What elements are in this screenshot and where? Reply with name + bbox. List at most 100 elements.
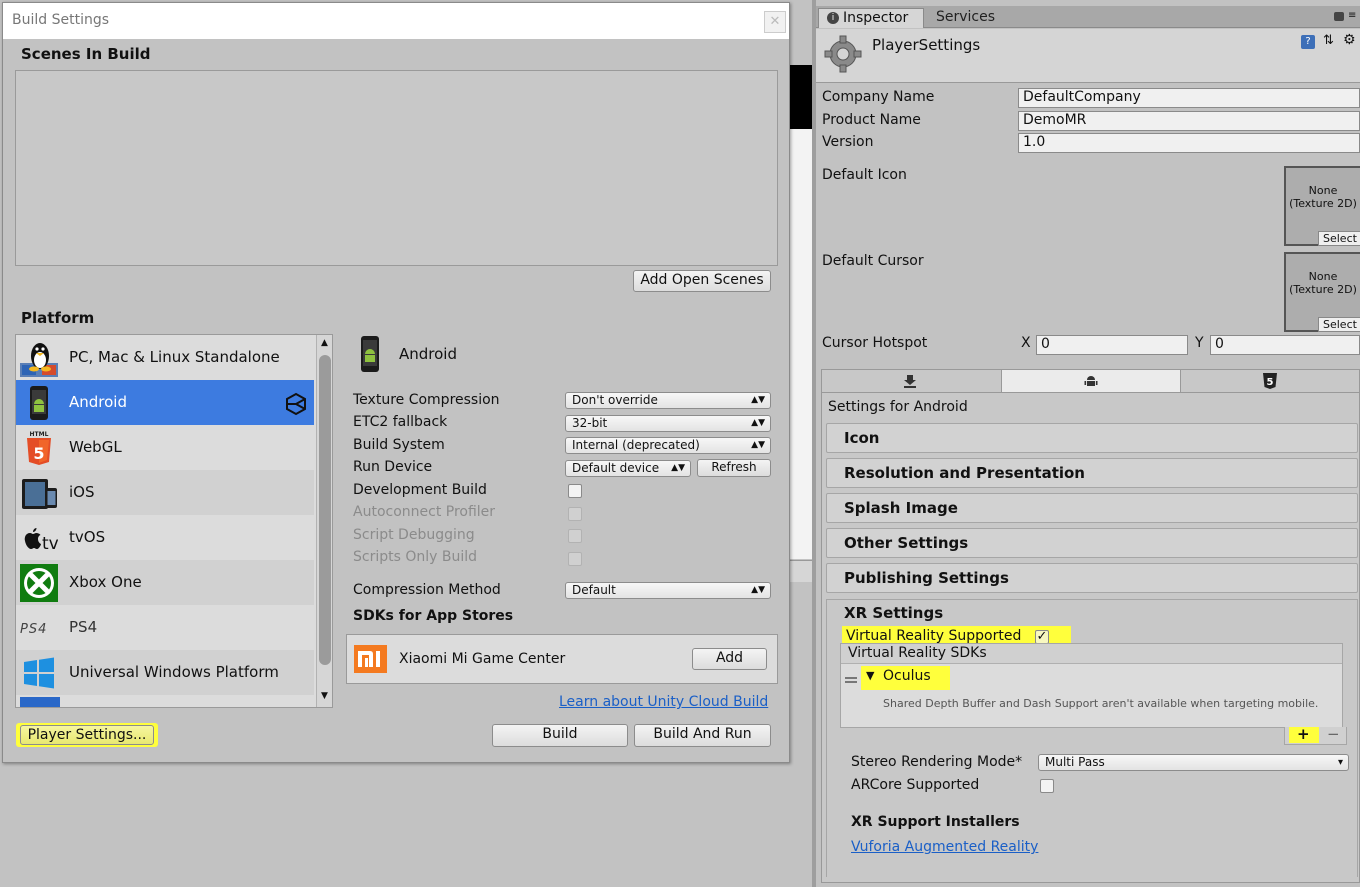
run-device-dropdown[interactable]: Default device ▲▼	[565, 460, 691, 477]
scrollbar-thumb[interactable]	[319, 355, 331, 665]
platform-item-xbox[interactable]: Xbox One	[16, 560, 314, 605]
section-resolution-presentation[interactable]: Resolution and Presentation	[826, 458, 1358, 488]
help-icon[interactable]: ?	[1301, 35, 1315, 49]
menu-icon[interactable]: ≡	[1348, 11, 1358, 21]
default-cursor-slot[interactable]: None (Texture 2D) Select	[1284, 252, 1360, 332]
player-settings-button[interactable]: Player Settings...	[20, 725, 154, 745]
default-icon-slot[interactable]: None (Texture 2D) Select	[1284, 166, 1360, 246]
refresh-button[interactable]: Refresh	[697, 459, 771, 477]
hotspot-x-label: X	[1021, 335, 1031, 351]
stereo-rendering-dropdown[interactable]: Multi Pass ▾	[1038, 754, 1349, 771]
vuforia-link[interactable]: Vuforia Augmented Reality	[851, 839, 1038, 855]
platform-item-tvos[interactable]: tv tvOS	[16, 515, 314, 560]
platform-item-ps4[interactable]: PS4 PS4	[16, 605, 314, 650]
scenes-in-build-title: Scenes In Build	[21, 45, 151, 63]
etc2-fallback-dropdown[interactable]: 32-bit ▲▼	[565, 415, 771, 432]
platform-item-ios[interactable]: iOS	[16, 470, 314, 515]
svg-text:PS4: PS4	[20, 622, 47, 637]
plus-icon[interactable]: +	[1297, 725, 1310, 743]
platform-item-uwp[interactable]: Universal Windows Platform	[16, 650, 314, 695]
platform-item-standalone[interactable]: PC, Mac & Linux Standalone	[16, 335, 314, 380]
build-and-run-button[interactable]: Build And Run	[634, 724, 771, 747]
texture-compression-dropdown[interactable]: Don't override ▲▼	[565, 392, 771, 409]
cloud-build-link[interactable]: Learn about Unity Cloud Build	[559, 694, 768, 710]
compression-method-dropdown[interactable]: Default ▲▼	[565, 582, 771, 599]
ps4-icon: PS4	[20, 622, 47, 637]
platform-tabs: 5	[821, 369, 1360, 393]
default-cursor-select-button[interactable]: Select	[1318, 317, 1360, 332]
sdk-add-button[interactable]: Add	[692, 648, 767, 670]
hotspot-x-field[interactable]: 0	[1036, 335, 1188, 355]
inspector-header: PlayerSettings ? ⇅ ⚙	[816, 29, 1360, 83]
minus-icon[interactable]: −	[1327, 725, 1340, 743]
inspector-tabbar: i Inspector Services ≡	[816, 6, 1360, 28]
vr-supported-checkbox[interactable]: ✓	[1035, 630, 1049, 644]
platform-item-android[interactable]: Android	[16, 380, 314, 425]
platform-label: Universal Windows Platform	[69, 663, 279, 681]
tab-android[interactable]	[1002, 370, 1181, 392]
autoconnect-profiler-label: Autoconnect Profiler	[353, 504, 496, 520]
window-titlebar[interactable]: Build Settings ✕	[3, 3, 789, 39]
section-other-settings[interactable]: Other Settings	[826, 528, 1358, 558]
tab-label: Inspector	[843, 10, 909, 26]
section-icon[interactable]: Icon	[826, 423, 1358, 453]
windows-icon	[24, 657, 54, 689]
stereo-rendering-label: Stereo Rendering Mode*	[851, 754, 1023, 770]
svg-text:5: 5	[1267, 377, 1274, 388]
settings-gear-icon[interactable]: ⚙	[1343, 33, 1357, 47]
xbox-icon	[20, 564, 58, 602]
add-open-scenes-button[interactable]: Add Open Scenes	[633, 270, 771, 292]
android-icon	[1084, 376, 1098, 386]
platform-list-scrollbar[interactable]: ▲ ▼	[316, 335, 332, 707]
texture-slot-text: None (Texture 2D)	[1289, 184, 1357, 210]
vr-sdks-header: Virtual Reality SDKs	[841, 644, 1342, 664]
hotspot-y-field[interactable]: 0	[1210, 335, 1360, 355]
sdk-note: Shared Depth Buffer and Dash Support are…	[883, 697, 1319, 710]
app-store-sdk-row: Xiaomi Mi Game Center Add	[346, 634, 778, 684]
platform-item-webgl[interactable]: HTML 5 WebGL	[16, 425, 314, 470]
hotspot-y-label: Y	[1195, 335, 1204, 351]
dropdown-value: Multi Pass	[1045, 755, 1105, 769]
presets-icon[interactable]: ⇅	[1323, 34, 1337, 48]
section-splash-image[interactable]: Splash Image	[826, 493, 1358, 523]
scripts-only-build-checkbox	[568, 552, 582, 566]
autoconnect-profiler-checkbox	[568, 507, 582, 521]
build-system-label: Build System	[353, 437, 445, 453]
default-icon-select-button[interactable]: Select	[1318, 231, 1360, 246]
section-publishing-settings[interactable]: Publishing Settings	[826, 563, 1358, 593]
platform-label: Android	[69, 393, 127, 411]
tab-webgl[interactable]: 5	[1181, 370, 1359, 392]
selected-platform-title: Android	[399, 345, 457, 363]
arcore-supported-checkbox[interactable]	[1040, 779, 1054, 793]
scroll-up-icon[interactable]: ▲	[321, 338, 328, 348]
scenes-list[interactable]	[15, 70, 778, 266]
xr-settings-title: XR Settings	[844, 604, 944, 622]
dropdown-value: 32-bit	[572, 416, 608, 430]
lock-icon[interactable]	[1334, 12, 1344, 21]
ios-devices-icon	[22, 479, 57, 509]
version-field[interactable]: 1.0	[1018, 133, 1360, 153]
tab-standalone[interactable]	[822, 370, 1002, 392]
tab-services[interactable]: Services	[928, 8, 1018, 28]
product-name-field[interactable]: DemoMR	[1018, 111, 1360, 131]
apple-tv-icon: tv	[24, 528, 58, 554]
company-name-field[interactable]: DefaultCompany	[1018, 88, 1360, 108]
platform-label: PS4	[69, 618, 98, 636]
sdk-item-oculus[interactable]: Oculus	[883, 668, 931, 684]
close-icon[interactable]: ✕	[764, 11, 786, 33]
etc2-fallback-label: ETC2 fallback	[353, 414, 448, 430]
window-title: Build Settings	[12, 12, 110, 28]
platform-label: WebGL	[69, 438, 122, 456]
development-build-checkbox[interactable]	[568, 484, 582, 498]
tab-inspector[interactable]: i Inspector	[818, 8, 924, 28]
scroll-down-icon[interactable]: ▼	[321, 691, 328, 701]
build-system-dropdown[interactable]: Internal (deprecated) ▲▼	[565, 437, 771, 454]
sdks-for-app-stores-title: SDKs for App Stores	[353, 608, 514, 624]
xiaomi-logo-icon	[354, 645, 387, 673]
svg-text:HTML: HTML	[30, 431, 49, 438]
foldout-triangle-icon[interactable]: ▼	[866, 669, 874, 682]
dropdown-value: Default	[572, 583, 616, 597]
html5-icon: HTML 5	[27, 431, 51, 465]
build-button[interactable]: Build	[492, 724, 628, 747]
drag-handle-icon[interactable]	[845, 677, 857, 683]
